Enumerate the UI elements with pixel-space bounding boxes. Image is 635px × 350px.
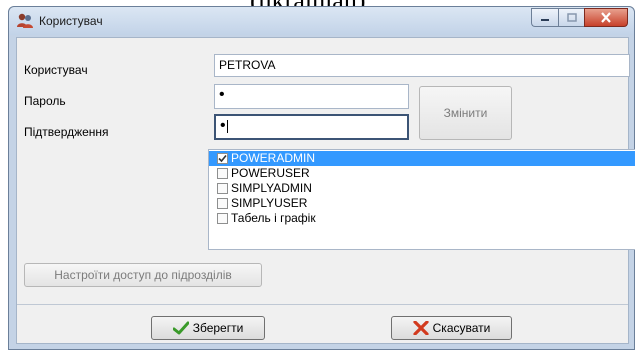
user-dialog-window: Користувач Користувач PETROVA Пароль • П… (8, 6, 635, 350)
window-title: Користувач (39, 14, 103, 28)
roles-list[interactable]: POWERADMIN POWERUSER SIMPLYADMIN SIMPLYU… (208, 149, 635, 250)
role-item[interactable]: SIMPLYADMIN (209, 181, 635, 196)
role-label: SIMPLYADMIN (231, 181, 312, 195)
role-checkbox[interactable] (217, 213, 228, 224)
role-checkbox[interactable] (217, 168, 228, 179)
password-value: • (219, 86, 225, 103)
role-label: Табель і графік (231, 211, 316, 225)
department-access-button[interactable]: Настроїти доступ до підрозділів (24, 263, 262, 287)
maximize-icon (566, 13, 577, 22)
confirm-password-field[interactable]: • (214, 114, 409, 140)
close-icon (601, 12, 611, 23)
close-button[interactable] (584, 8, 628, 27)
role-checkbox[interactable] (217, 153, 228, 164)
minimize-icon (541, 18, 549, 21)
user-label: Користувач (24, 63, 88, 77)
user-field[interactable]: PETROVA (214, 54, 630, 77)
maximize-button[interactable] (558, 8, 584, 27)
cancel-label: Скасувати (432, 321, 491, 335)
password-label: Пароль (24, 94, 66, 108)
caption-buttons (531, 8, 628, 27)
role-checkbox[interactable] (217, 183, 228, 194)
cancel-button[interactable]: Скасувати (391, 316, 512, 340)
role-item[interactable]: POWERUSER (209, 166, 635, 181)
role-item[interactable]: SIMPLYUSER (209, 196, 635, 211)
confirm-password-value: • (220, 117, 226, 134)
users-icon (17, 13, 33, 28)
checkmark-icon (172, 321, 189, 335)
footer-divider (17, 304, 628, 305)
save-label: Зберегти (192, 321, 244, 335)
dialog-body: Користувач PETROVA Пароль • Підтвердженн… (16, 37, 635, 344)
role-item[interactable]: Табель і графік (209, 211, 635, 226)
red-x-icon (413, 321, 429, 335)
save-button[interactable]: Зберегти (151, 316, 265, 340)
role-label: POWERADMIN (231, 151, 315, 165)
role-checkbox[interactable] (217, 198, 228, 209)
role-item[interactable]: POWERADMIN (209, 151, 635, 166)
password-field[interactable]: • (214, 84, 409, 109)
role-label: SIMPLYUSER (231, 196, 308, 210)
role-label: POWERUSER (231, 166, 310, 180)
change-password-button[interactable]: Змінити (419, 86, 512, 140)
title-bar[interactable]: Користувач (9, 7, 634, 35)
confirm-password-label: Підтвердження (24, 125, 109, 139)
text-caret (226, 120, 228, 134)
checkmark-icon (218, 154, 227, 163)
minimize-button[interactable] (531, 8, 558, 27)
